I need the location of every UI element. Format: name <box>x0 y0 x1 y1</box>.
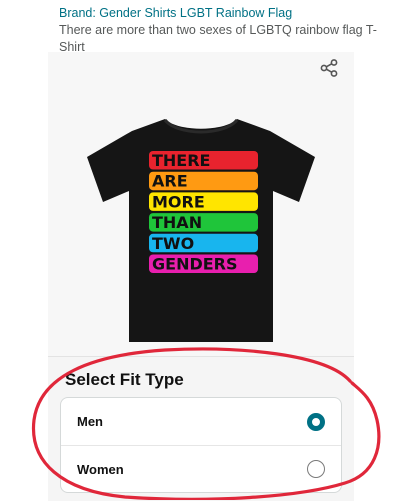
share-button[interactable] <box>309 52 349 84</box>
shirt-slogan-line: GENDERS <box>152 255 238 274</box>
fit-type-options: Men Women <box>60 397 342 493</box>
shirt-slogan-line: ARE <box>152 172 188 191</box>
shirt-slogan-line: THAN <box>152 213 202 232</box>
fit-option-women[interactable]: Women <box>61 445 341 492</box>
shirt-slogan-line: MORE <box>152 192 205 211</box>
product-image[interactable]: THERE AREMORE THAN TWO GENDERS <box>48 52 354 358</box>
fit-type-title: Select Fit Type <box>65 370 184 389</box>
fit-option-label: Women <box>77 461 124 477</box>
product-title: There are more than two sexes of LGBTQ r… <box>59 23 377 54</box>
shirt-slogan-line: TWO <box>152 234 194 253</box>
radio-selected-icon[interactable] <box>307 412 325 431</box>
fit-option-men[interactable]: Men <box>61 398 341 445</box>
share-icon <box>320 59 338 77</box>
product-header: Brand: Gender Shirts LGBT Rainbow Flag T… <box>59 0 389 56</box>
shirt-slogan-line: THERE <box>152 151 210 170</box>
radio-unselected-icon[interactable] <box>307 460 325 478</box>
fit-option-label: Men <box>77 414 103 429</box>
brand-link[interactable]: Brand: Gender Shirts LGBT Rainbow Flag <box>59 4 389 22</box>
